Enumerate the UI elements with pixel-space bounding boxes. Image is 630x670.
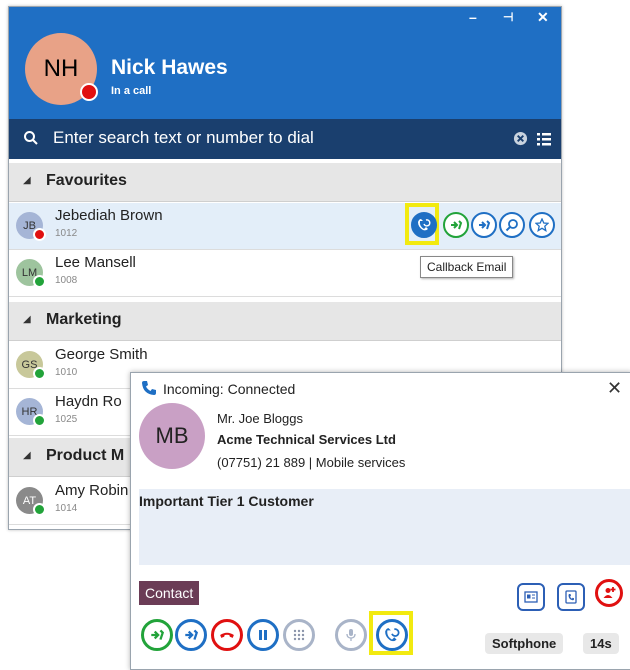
close-button[interactable]: ✕ [537, 9, 549, 26]
caller-name: Mr. Joe Bloggs [217, 411, 303, 426]
group-marketing[interactable]: ◢ Marketing [9, 302, 561, 341]
header: – ⊣ ✕ NH Nick Hawes In a call [9, 7, 561, 119]
caller-initials: MB [155, 423, 189, 448]
user-initials: NH [43, 55, 79, 82]
call-duration: 14s [583, 633, 619, 654]
popup-title: Incoming: Connected [163, 381, 296, 397]
star-icon [535, 218, 549, 232]
contact-avatar: GS [16, 351, 46, 380]
pause-icon [259, 630, 267, 640]
contact-extension: 1014 [55, 503, 78, 514]
presence-busy-indicator [80, 83, 98, 101]
contact-name: Haydn Ro [55, 393, 122, 410]
contact-extension: 1010 [55, 367, 78, 378]
microphone-icon [346, 629, 356, 641]
collapse-triangle-icon[interactable]: ◢ [23, 314, 31, 325]
consult-transfer-icon [185, 629, 199, 640]
contact-avatar: AT [16, 487, 46, 516]
group-label: Product M [46, 447, 125, 464]
add-contact-button[interactable] [595, 579, 623, 607]
call-button[interactable] [443, 212, 469, 238]
contact-name: Amy Robin [55, 482, 129, 499]
presence-available-indicator [33, 275, 46, 288]
contact-card-icon [524, 591, 538, 603]
phone-icon [142, 381, 156, 395]
callback-icon [385, 628, 400, 642]
search-input[interactable]: Enter search text or number to dial [53, 128, 314, 148]
contact-card-button[interactable] [517, 583, 545, 611]
collapse-triangle-icon[interactable]: ◢ [23, 175, 31, 186]
caller-phone: (07751) 21 889 | Mobile services [217, 455, 406, 470]
contact-name: George Smith [55, 346, 148, 363]
contact-avatar: JB [16, 212, 46, 241]
contact-avatar: HR [16, 398, 46, 427]
caller-avatar: MB [139, 403, 205, 469]
mute-button[interactable] [335, 619, 367, 651]
hangup-button[interactable] [211, 619, 243, 651]
transfer-icon [151, 629, 165, 640]
transfer-button[interactable] [471, 212, 497, 238]
callback-icon [418, 219, 431, 231]
notes-text: Important Tier 1 Customer [139, 493, 314, 509]
group-label: Marketing [46, 311, 122, 328]
collapse-triangle-icon[interactable]: ◢ [23, 450, 31, 461]
call-log-button[interactable] [557, 583, 585, 611]
group-label: Favourites [46, 172, 127, 189]
presence-available-indicator [33, 503, 46, 516]
contact-name: Lee Mansell [55, 254, 136, 271]
popup-close-button[interactable]: ✕ [607, 378, 622, 399]
dialpad-icon [293, 629, 305, 641]
favourite-button[interactable] [529, 212, 555, 238]
callback-button[interactable] [376, 619, 408, 651]
user-name: Nick Hawes [111, 56, 228, 79]
presence-busy-indicator [33, 228, 46, 241]
presence-available-indicator [33, 367, 46, 380]
phone-log-icon [565, 590, 577, 604]
group-favourites[interactable]: ◢ Favourites [9, 163, 561, 202]
transfer-icon [479, 220, 491, 230]
incoming-call-popup: Incoming: Connected ✕ MB Mr. Joe Bloggs … [130, 372, 630, 670]
contact-extension: 1008 [55, 275, 78, 286]
consult-transfer-button[interactable] [175, 619, 207, 651]
minimize-button[interactable]: – [469, 9, 477, 25]
add-person-icon [603, 587, 616, 598]
list-view-icon[interactable] [536, 131, 552, 147]
magnifier-icon [505, 219, 518, 232]
dialpad-button[interactable] [283, 619, 315, 651]
pin-button[interactable]: ⊣ [503, 10, 513, 24]
contact-extension: 1025 [55, 414, 78, 425]
contact-name: Jebediah Brown [55, 207, 163, 224]
callback-email-button[interactable] [411, 212, 437, 238]
contact-row[interactable]: JB Jebediah Brown 1012 [9, 203, 561, 250]
contact-avatar: LM [16, 259, 46, 288]
caller-company: Acme Technical Services Ltd [217, 432, 396, 447]
clear-search-icon[interactable] [513, 131, 528, 146]
transfer-call-button[interactable] [141, 619, 173, 651]
search-icon [24, 131, 38, 145]
call-transfer-icon [451, 220, 463, 230]
tooltip: Callback Email [420, 256, 514, 278]
device-badge: Softphone [485, 633, 564, 654]
hangup-icon [220, 632, 234, 638]
presence-available-indicator [33, 414, 46, 427]
hold-button[interactable] [247, 619, 279, 651]
user-status: In a call [111, 85, 152, 97]
user-avatar[interactable]: NH [25, 33, 98, 105]
contact-tab[interactable]: Contact [139, 581, 200, 605]
contact-extension: 1012 [55, 228, 78, 239]
search-contact-button[interactable] [499, 212, 525, 238]
